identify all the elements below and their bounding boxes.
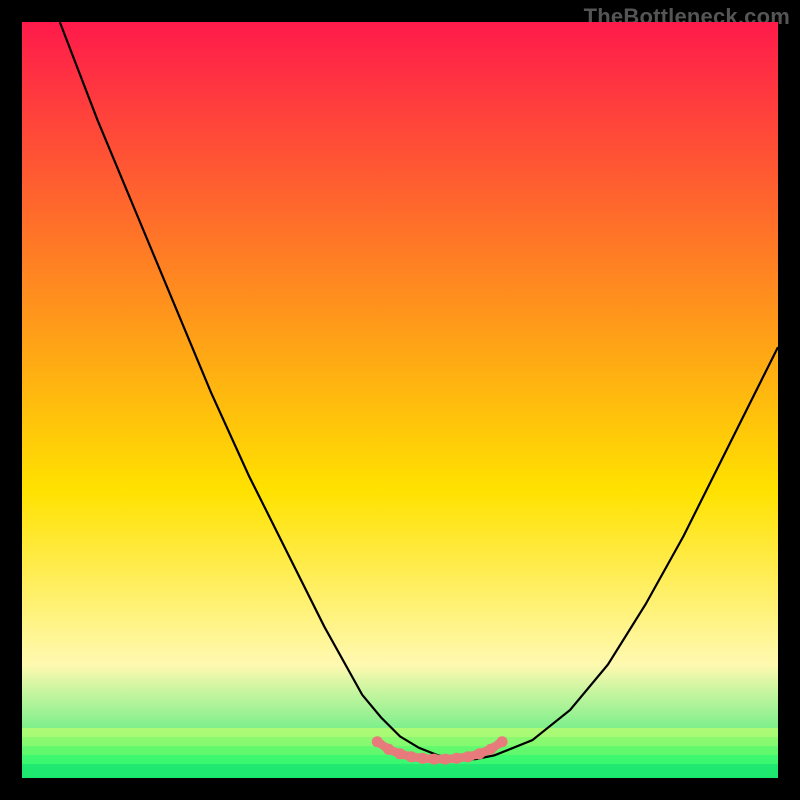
chart-plot-area [22,22,778,778]
chart-stage: TheBottleneck.com [0,0,800,800]
chart-svg [22,22,778,778]
gradient-background [22,22,778,778]
